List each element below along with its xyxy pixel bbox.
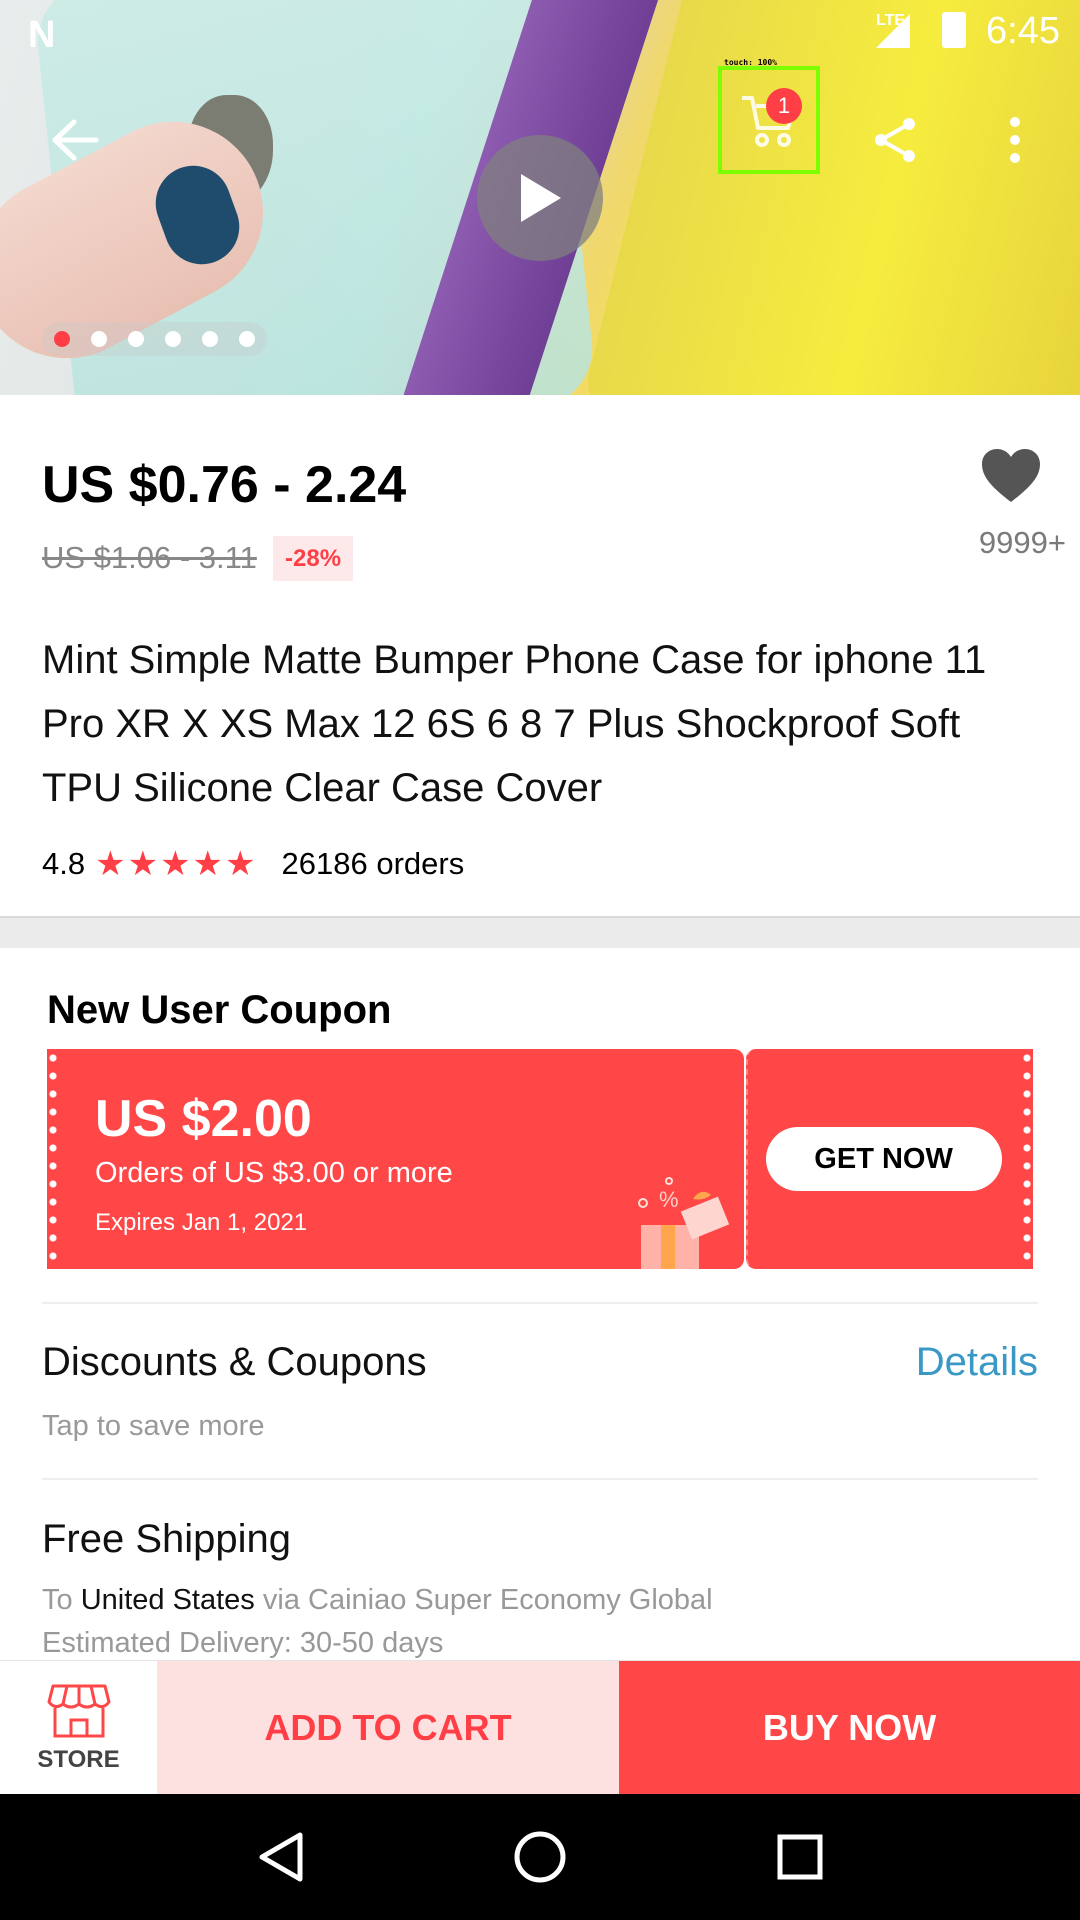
touch-overlay-label: touch: 100% [724, 58, 777, 67]
square-recents-icon [777, 1834, 823, 1880]
store-button[interactable]: STORE [0, 1661, 157, 1795]
gallery-dot [239, 331, 255, 347]
circle-home-icon [514, 1831, 566, 1883]
coupon-body: US $2.00 Orders of US $3.00 or more Expi… [47, 1049, 744, 1269]
rating-row[interactable]: 4.8 ★★★★★ 26186 orders [42, 842, 464, 886]
gift-box-icon: % [638, 1177, 730, 1269]
divider [42, 1478, 1038, 1480]
clock: 6:45 [986, 10, 1060, 52]
add-to-cart-button[interactable]: ADD TO CART [157, 1661, 619, 1795]
nav-home-button[interactable] [500, 1817, 580, 1897]
product-title: Mint Simple Matte Bumper Phone Case for … [42, 638, 987, 810]
shipping-title: Free Shipping [42, 1517, 292, 1561]
store-icon [47, 1684, 110, 1738]
rating-value: 4.8 [42, 846, 86, 881]
star-rating-icons: ★★★★★ [95, 845, 258, 883]
coupon-expiry: Expires Jan 1, 2021 [95, 1209, 308, 1236]
discounts-subtitle: Tap to save more [42, 1410, 265, 1442]
get-coupon-button[interactable]: GET NOW [765, 1127, 1002, 1191]
gallery-dot [54, 331, 70, 347]
new-user-coupon: US $2.00 Orders of US $3.00 or more Expi… [47, 1049, 1033, 1269]
shipping-method: via Cainiao Super Economy Global [262, 1584, 713, 1616]
divider [42, 1302, 1038, 1304]
triangle-back-icon [259, 1832, 303, 1882]
coupon-condition: Orders of US $3.00 or more [95, 1157, 453, 1189]
network-label: LTE [876, 12, 906, 29]
notification-icon: N [28, 14, 56, 56]
orders-count: 26186 orders [281, 846, 465, 881]
gallery-dot [128, 331, 144, 347]
shipping-to-prefix: To [42, 1584, 73, 1616]
more-options-button[interactable] [990, 105, 1040, 175]
bottom-action-bar: STORE ADD TO CART BUY NOW [0, 1660, 1080, 1795]
arrow-left-icon [52, 119, 99, 161]
coupon-amount: US $2.00 [95, 1090, 312, 1148]
wishlist-button[interactable] [980, 448, 1046, 508]
discounts-title: Discounts & Coupons [42, 1340, 427, 1384]
cart-button[interactable]: touch: 100% 1 [718, 58, 820, 174]
gallery-pagination [42, 322, 267, 356]
coupon-stub: GET NOW [745, 1049, 1033, 1269]
nav-recents-button[interactable] [760, 1817, 840, 1897]
share-button[interactable] [860, 105, 930, 175]
play-video-button[interactable] [477, 135, 603, 261]
shipping-estimate: Estimated Delivery: 30-50 days [42, 1627, 444, 1659]
details-link[interactable]: Details [916, 1340, 1038, 1385]
heart-icon [982, 449, 1040, 502]
gallery-dot [91, 331, 107, 347]
battery-icon [942, 12, 966, 48]
nav-back-button[interactable] [240, 1817, 320, 1897]
play-icon [521, 174, 561, 222]
shipping-destination: To United States via Cainiao Super Econo… [42, 1584, 713, 1617]
share-icon [875, 118, 915, 162]
more-vert-icon [1010, 117, 1020, 163]
shipping-country: United States [80, 1584, 255, 1616]
store-label: STORE [37, 1746, 120, 1773]
svg-text:%: % [659, 1187, 679, 1212]
discount-badge: -28% [273, 536, 354, 581]
wishlist-count: 9999+ [978, 525, 1066, 560]
current-price: US $0.76 - 2.24 [42, 456, 407, 514]
back-button[interactable] [40, 105, 110, 175]
section-separator [0, 916, 1080, 948]
gallery-dot [202, 331, 218, 347]
system-nav-bar [0, 1794, 1080, 1920]
gallery-dot [165, 331, 181, 347]
buy-now-button[interactable]: BUY NOW [619, 1661, 1080, 1795]
status-bar: N LTE 6:45 [0, 0, 1080, 64]
product-image-gallery[interactable]: N LTE 6:45 touch: 100% 1 [0, 0, 1080, 395]
coupon-heading: New User Coupon [47, 988, 392, 1032]
original-price: US $1.06 - 3.11 [42, 540, 257, 575]
cart-count-badge: 1 [766, 88, 802, 124]
